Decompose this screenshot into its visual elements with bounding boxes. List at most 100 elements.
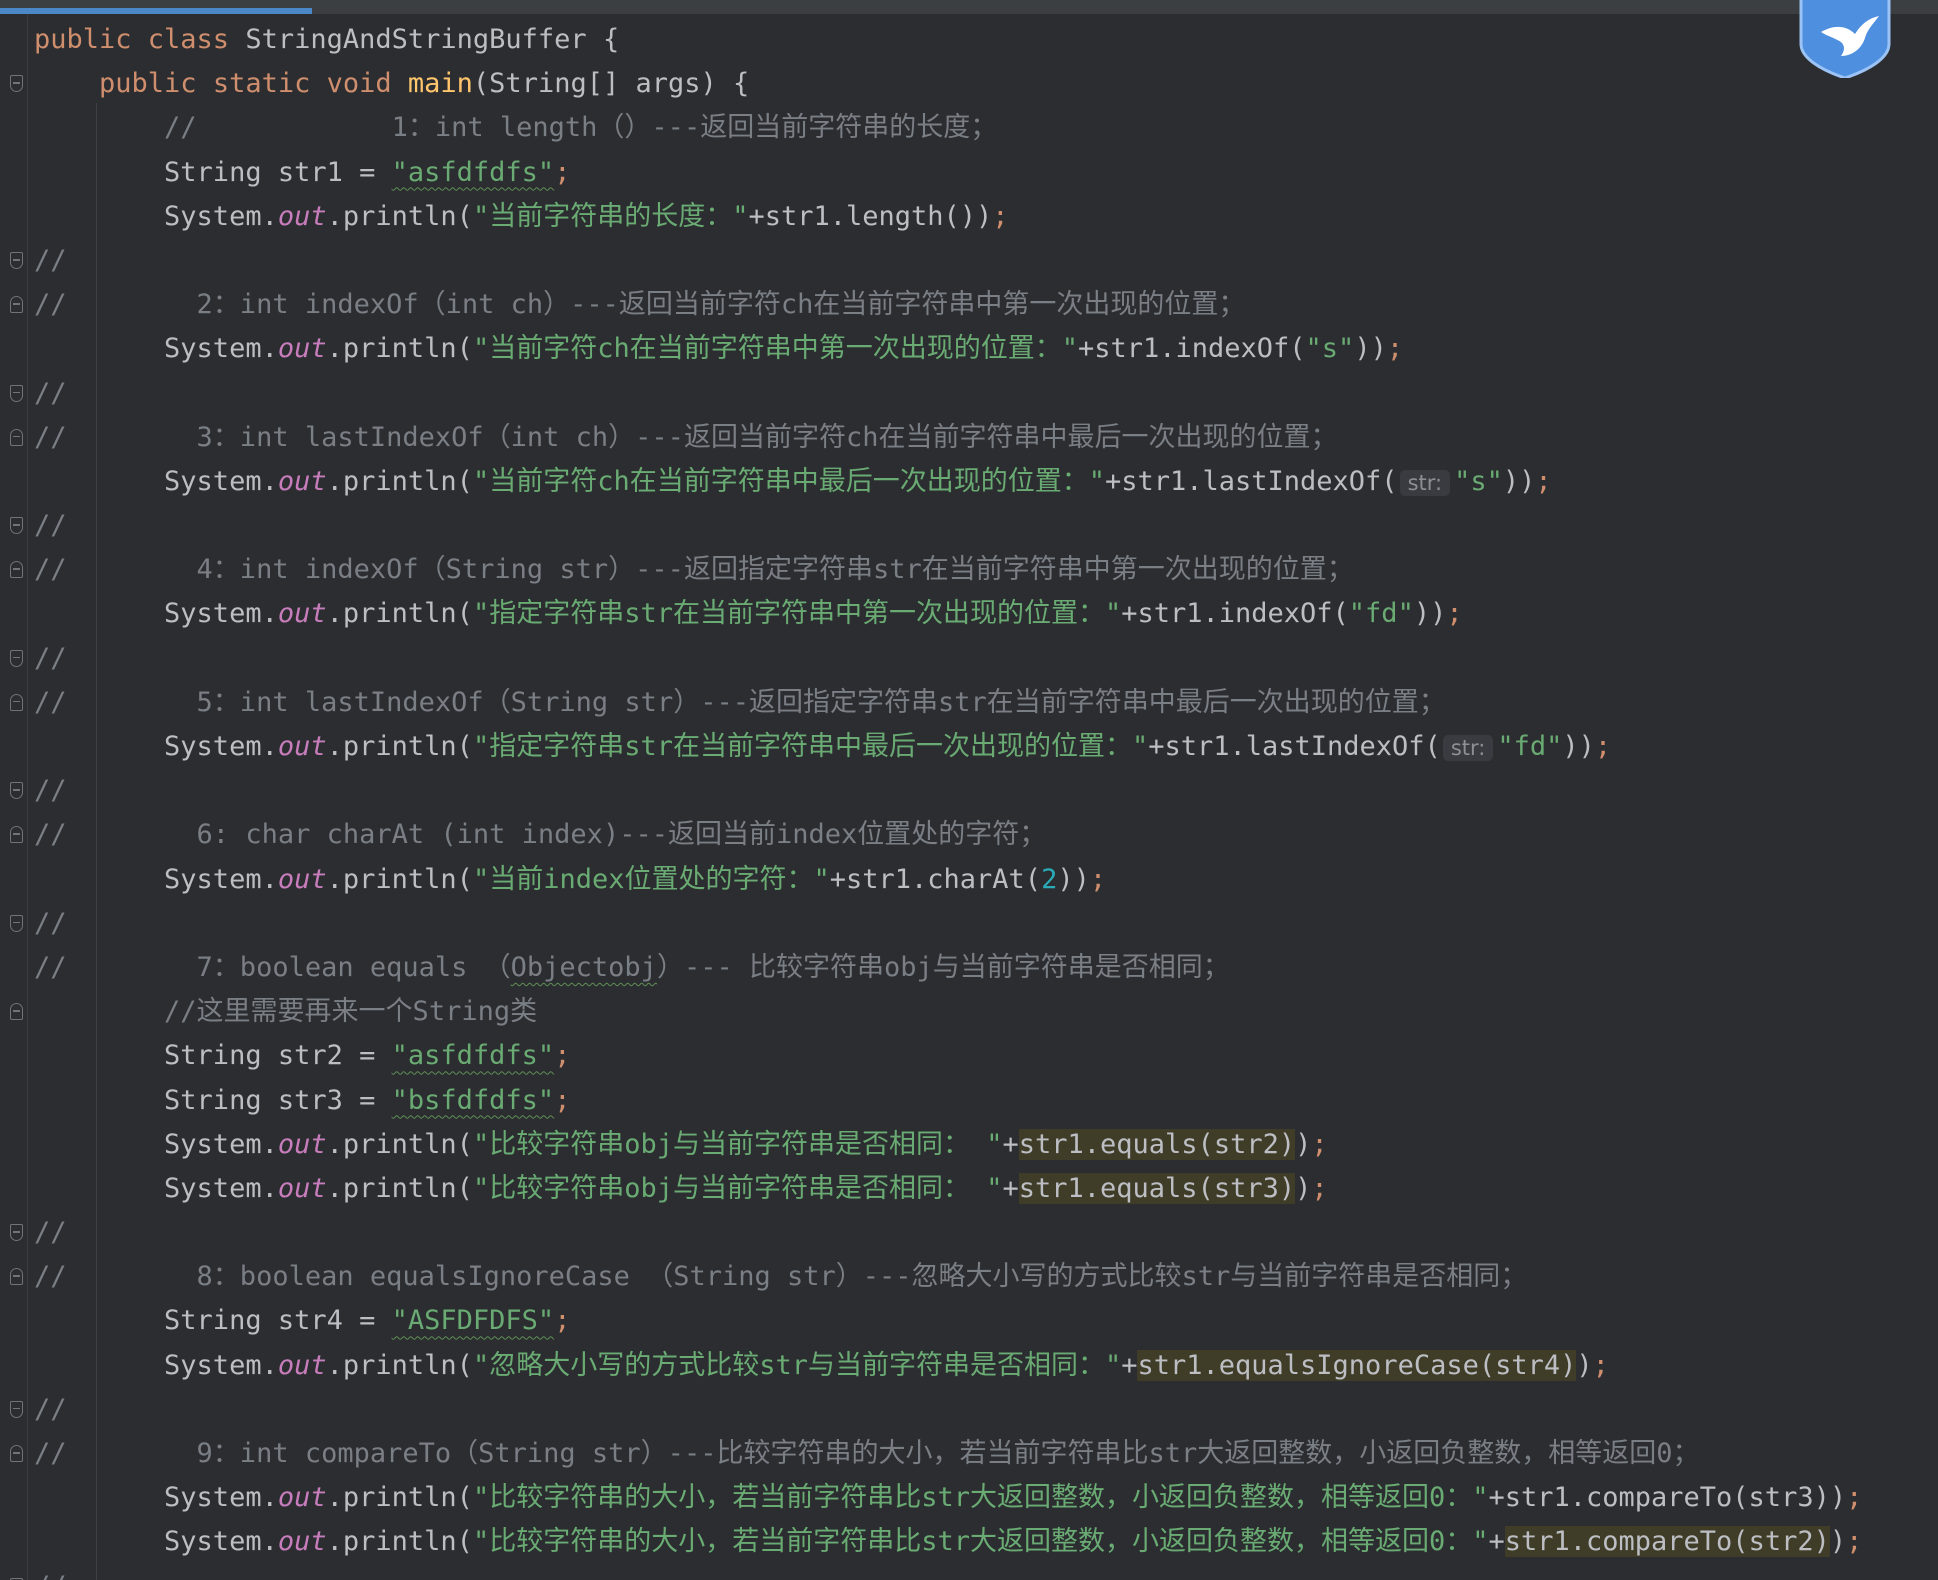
code-line[interactable]: System.out.println("当前index位置处的字符："+str1…	[34, 858, 1938, 902]
code-token[interactable]: +	[1002, 1173, 1018, 1204]
code-token[interactable]: +str1.lastIndexOf(	[1148, 731, 1441, 762]
comment-token[interactable]: //	[34, 908, 67, 939]
code-token[interactable]: ;	[1387, 333, 1403, 364]
code-line[interactable]: //	[10, 1565, 1938, 1580]
fold-marker-icon[interactable]	[10, 1445, 23, 1462]
highlighted-expression[interactable]: str1.equals(str2)	[1018, 1128, 1296, 1160]
fold-marker-icon[interactable]	[10, 1003, 23, 1021]
code-line[interactable]: public class StringAndStringBuffer {	[34, 18, 1938, 62]
code-line[interactable]: System.out.println("比较字符串obj与当前字符串是否相同： …	[34, 1123, 1938, 1167]
code-line[interactable]: System.out.println("比较字符串的大小，若当前字符串比str大…	[34, 1476, 1938, 1520]
code-line[interactable]: // 3：int lastIndexOf（int ch）---返回当前字符ch在…	[10, 416, 1938, 460]
code-token[interactable]: out	[278, 1482, 327, 1513]
fold-marker-icon[interactable]	[10, 517, 23, 535]
code-token[interactable]: ;	[1311, 1173, 1327, 1204]
code-token[interactable]: ))	[1562, 731, 1595, 762]
code-line[interactable]: String str4 = "ASFDFDFS";	[34, 1299, 1938, 1343]
string-literal[interactable]: "比较字符串的大小，若当前字符串比str大返回整数，小返回负整数，相等返回0："	[473, 1482, 1489, 1513]
code-token[interactable]: +str1.length())	[748, 201, 992, 232]
code-token[interactable]: .println(	[327, 333, 473, 364]
code-line[interactable]: String str1 = "asfdfdfs";	[34, 151, 1938, 195]
code-line[interactable]: // 1：int length（）---返回当前字符串的长度；	[34, 106, 1938, 150]
comment-token[interactable]: Objectobj	[511, 952, 657, 983]
string-literal[interactable]: "当前index位置处的字符："	[473, 864, 830, 895]
code-token[interactable]: System.	[34, 598, 278, 629]
code-line[interactable]: //	[10, 902, 1938, 946]
comment-token[interactable]: //	[34, 1217, 67, 1248]
string-literal[interactable]: "指定字符串str在当前字符串中第一次出现的位置："	[473, 598, 1121, 629]
code-token[interactable]	[34, 68, 99, 99]
code-line[interactable]: // 4：int indexOf（String str）---返回指定字符串st…	[10, 548, 1938, 592]
string-literal[interactable]: "比较字符串obj与当前字符串是否相同： "	[473, 1173, 1003, 1204]
code-token[interactable]: .println(	[327, 598, 473, 629]
comment-token[interactable]: //	[34, 378, 67, 409]
fold-marker-icon[interactable]	[10, 826, 23, 844]
fold-marker-icon[interactable]	[10, 296, 23, 314]
comment-token[interactable]: // 2：int indexOf（int ch）---返回当前字符ch在当前字符…	[34, 289, 1245, 320]
code-token[interactable]: ;	[1846, 1482, 1862, 1513]
code-token[interactable]: )	[1295, 1173, 1311, 1204]
code-line[interactable]: System.out.println("指定字符串str在当前字符串中第一次出现…	[34, 592, 1938, 636]
code-line[interactable]: //	[10, 637, 1938, 681]
code-token[interactable]: ))	[1354, 333, 1387, 364]
code-token[interactable]: StringAndStringBuffer {	[245, 24, 619, 55]
code-line[interactable]: System.out.println("忽略大小写的方式比较str与当前字符串是…	[34, 1344, 1938, 1388]
code-line[interactable]: String str2 = "asfdfdfs";	[34, 1034, 1938, 1078]
fold-marker-icon[interactable]	[10, 428, 23, 446]
fold-marker-icon[interactable]	[10, 649, 23, 667]
string-literal[interactable]: "fd"	[1497, 731, 1562, 762]
code-token[interactable]: ;	[1595, 731, 1611, 762]
code-token[interactable]: out	[278, 466, 327, 497]
code-token[interactable]	[34, 996, 164, 1027]
code-token[interactable]: (String[] args) {	[473, 68, 749, 99]
string-literal[interactable]: "忽略大小写的方式比较str与当前字符串是否相同："	[473, 1350, 1121, 1381]
code-token[interactable]: ))	[1057, 864, 1090, 895]
code-token[interactable]: out	[278, 1526, 327, 1557]
code-token[interactable]: String str1 =	[34, 157, 392, 188]
code-token[interactable]: ;	[554, 157, 570, 188]
code-line[interactable]: public static void main(String[] args) {	[10, 62, 1938, 106]
code-token[interactable]: +	[1002, 1129, 1018, 1160]
comment-token[interactable]: //	[34, 1571, 67, 1580]
comment-token[interactable]: // 5：int lastIndexOf（String str）---返回指定字…	[34, 687, 1446, 718]
code-token[interactable]: out	[278, 731, 327, 762]
code-token[interactable]: )	[1295, 1129, 1311, 1160]
fold-marker-icon[interactable]	[10, 782, 23, 800]
code-token[interactable]: ;	[554, 1305, 570, 1336]
string-literal[interactable]: "asfdfdfs"	[392, 157, 555, 188]
keyword-token[interactable]: public class	[34, 24, 245, 55]
code-line[interactable]: System.out.println("当前字符ch在当前字符串中最后一次出现的…	[34, 460, 1938, 504]
code-token[interactable]: .println(	[327, 466, 473, 497]
comment-token[interactable]: // 6: char charAt (int index)---返回当前inde…	[34, 819, 1046, 850]
string-literal[interactable]: "s"	[1306, 333, 1355, 364]
code-token[interactable]	[34, 112, 164, 143]
code-token[interactable]: System.	[34, 466, 278, 497]
code-token[interactable]: )	[1576, 1350, 1592, 1381]
shield-bird-icon[interactable]	[1795, 0, 1895, 78]
code-token[interactable]: )	[1830, 1526, 1846, 1557]
fold-marker-icon[interactable]	[10, 1268, 23, 1286]
fold-marker-icon[interactable]	[10, 251, 23, 269]
comment-token[interactable]: // 7：boolean equals （	[34, 952, 511, 983]
code-line[interactable]: System.out.println("当前字符ch在当前字符串中第一次出现的位…	[34, 327, 1938, 371]
comment-token[interactable]: ）--- 比较字符串obj与当前字符串是否相同；	[657, 952, 1230, 983]
string-literal[interactable]: "指定字符串str在当前字符串中最后一次出现的位置："	[473, 731, 1148, 762]
highlighted-expression[interactable]: str1.equals(str3)	[1018, 1172, 1296, 1204]
string-literal[interactable]: "比较字符串的大小，若当前字符串比str大返回整数，小返回负整数，相等返回0："	[473, 1526, 1489, 1557]
code-token[interactable]: .println(	[327, 1350, 473, 1381]
code-token[interactable]: System.	[34, 864, 278, 895]
fold-marker-icon[interactable]	[10, 914, 23, 932]
code-token[interactable]: ;	[1593, 1350, 1609, 1381]
code-token[interactable]: +str1.lastIndexOf(	[1105, 466, 1398, 497]
string-literal[interactable]: "ASFDFDFS"	[392, 1305, 555, 1336]
string-literal[interactable]: "asfdfdfs"	[392, 1040, 555, 1071]
comment-token[interactable]: // 8：boolean equalsIgnoreCase （String st…	[34, 1261, 1527, 1292]
string-literal[interactable]: "当前字符ch在当前字符串中第一次出现的位置："	[473, 333, 1078, 364]
code-token[interactable]: out	[278, 864, 327, 895]
code-token[interactable]: System.	[34, 1350, 278, 1381]
code-token[interactable]: System.	[34, 333, 278, 364]
code-token[interactable]: +str1.indexOf(	[1078, 333, 1306, 364]
code-token[interactable]: System.	[34, 731, 278, 762]
code-token[interactable]: .println(	[327, 1526, 473, 1557]
code-token[interactable]: ;	[554, 1085, 570, 1116]
